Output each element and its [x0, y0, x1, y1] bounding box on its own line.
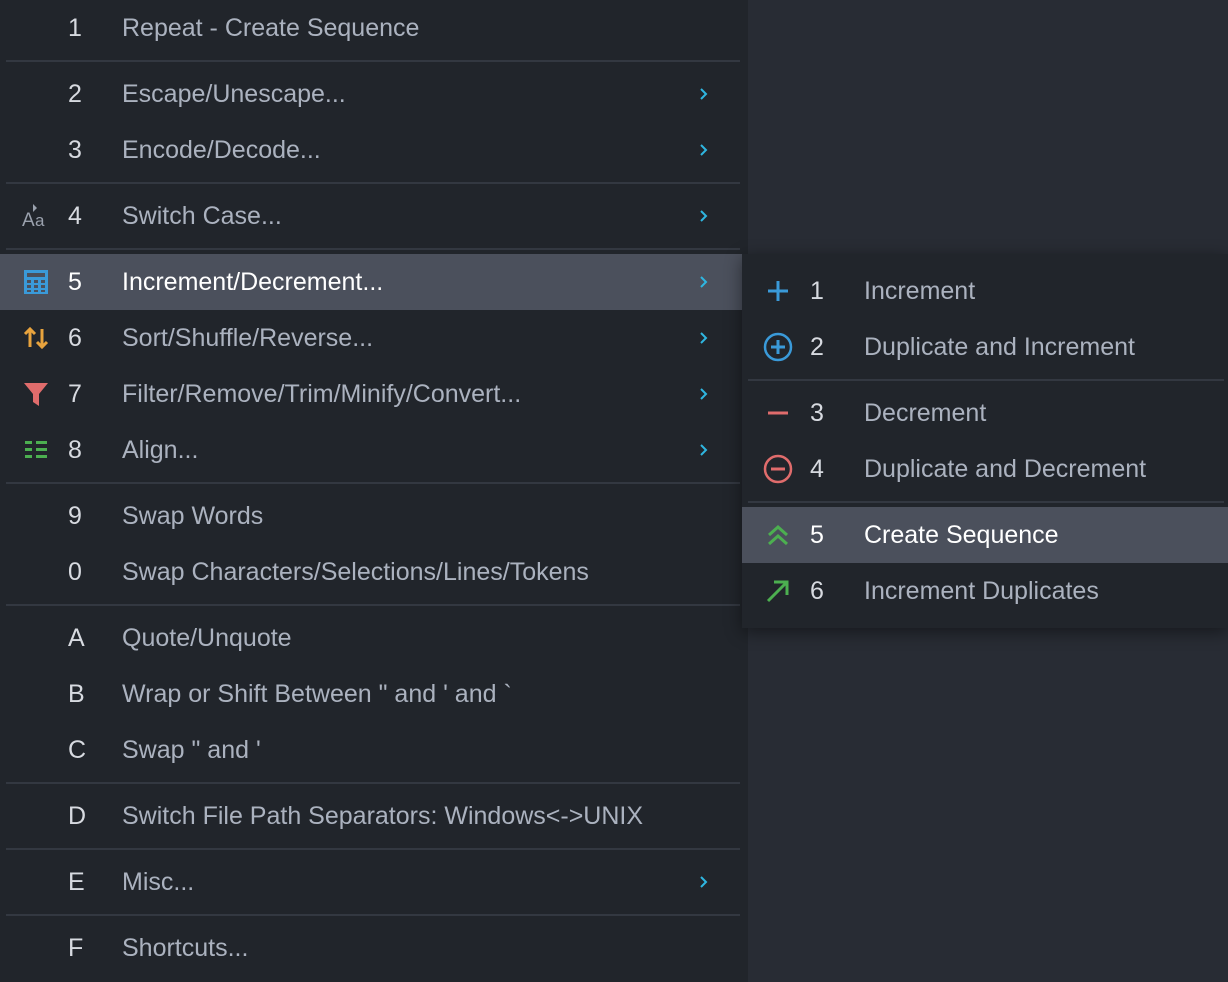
menu-item-label: Repeat - Create Sequence	[122, 14, 420, 42]
menu-item-increment-decrement[interactable]: 5 Increment/Decrement...	[0, 254, 748, 310]
menu-item-label: Wrap or Shift Between " and ' and `	[122, 680, 512, 708]
menu-item-key: 1	[810, 277, 824, 305]
menu-separator	[0, 56, 748, 66]
menu-item-label: Encode/Decode...	[122, 136, 321, 164]
menu-item-key: 5	[810, 521, 824, 549]
menu-item-label: Increment Duplicates	[864, 577, 1099, 605]
menu-item-label: Create Sequence	[864, 521, 1059, 549]
menu-item-label: Switch File Path Separators: Windows<->U…	[122, 802, 644, 830]
menu-item-encode-decode[interactable]: 3 Encode/Decode...	[0, 122, 748, 178]
menu-item-label: Filter/Remove/Trim/Minify/Convert...	[122, 380, 522, 408]
menu-item-label: Swap Characters/Selections/Lines/Tokens	[122, 558, 589, 586]
menu-item-wrap-or-shift-quotes[interactable]: B Wrap or Shift Between " and ' and `	[0, 666, 748, 722]
menu-item-switch-case[interactable]: A a 4 Switch Case...	[0, 188, 748, 244]
menu-item-label: Duplicate and Increment	[864, 333, 1135, 361]
menu-item-label: Misc...	[122, 868, 195, 896]
menu-item-align[interactable]: 8 Align...	[0, 422, 748, 478]
menu-item-key: F	[68, 934, 84, 962]
menu-separator	[0, 478, 748, 488]
menu-item-key: C	[68, 736, 87, 764]
submenu-item-increment[interactable]: 1 Increment	[742, 263, 1228, 319]
menu-item-key: 8	[68, 436, 82, 464]
chevron-right-icon	[694, 422, 714, 478]
command-menu: 1 Repeat - Create Sequence 2 Escape/Unes…	[0, 0, 748, 982]
menu-item-key: 2	[68, 80, 82, 108]
menu-item-key: 7	[68, 380, 82, 408]
filter-funnel-icon	[16, 366, 56, 422]
menu-item-key: 5	[68, 268, 82, 296]
minus-icon	[758, 385, 798, 441]
menu-item-key: D	[68, 802, 87, 830]
double-chevron-up-icon	[758, 507, 798, 563]
menu-separator	[0, 178, 748, 188]
menu-item-label: Increment	[864, 277, 976, 305]
menu-item-swap-quotes[interactable]: C Swap " and '	[0, 722, 748, 778]
align-list-icon	[16, 422, 56, 478]
menu-item-shortcuts[interactable]: F Shortcuts...	[0, 920, 748, 976]
menu-item-swap-characters[interactable]: 0 Swap Characters/Selections/Lines/Token…	[0, 544, 748, 600]
chevron-right-icon	[694, 66, 714, 122]
menu-separator	[0, 910, 748, 920]
menu-item-label: Align...	[122, 436, 199, 464]
menu-item-label: Duplicate and Decrement	[864, 455, 1147, 483]
menu-item-sort-shuffle-reverse[interactable]: 6 Sort/Shuffle/Reverse...	[0, 310, 748, 366]
menu-separator	[0, 244, 748, 254]
sort-arrows-icon	[16, 310, 56, 366]
calculator-icon	[16, 254, 56, 310]
plus-icon	[758, 263, 798, 319]
menu-item-swap-words[interactable]: 9 Swap Words	[0, 488, 748, 544]
menu-item-misc[interactable]: E Misc...	[0, 854, 748, 910]
svg-text:a: a	[35, 211, 45, 230]
menu-item-label: Sort/Shuffle/Reverse...	[122, 324, 374, 352]
submenu-item-create-sequence[interactable]: 5 Create Sequence	[742, 507, 1228, 563]
menu-item-key: 1	[68, 14, 82, 42]
menu-item-key: 9	[68, 502, 82, 530]
chevron-right-icon	[694, 366, 714, 422]
menu-item-key: 0	[68, 558, 82, 586]
menu-item-key: 4	[68, 202, 82, 230]
menu-item-repeat-create-sequence[interactable]: 1 Repeat - Create Sequence	[0, 0, 748, 56]
menu-item-key: 3	[68, 136, 82, 164]
menu-item-key: E	[68, 868, 85, 896]
chevron-right-icon	[694, 254, 714, 310]
menu-item-label: Shortcuts...	[122, 934, 249, 962]
menu-item-key: 2	[810, 333, 824, 361]
menu-item-filter-remove[interactable]: 7 Filter/Remove/Trim/Minify/Convert...	[0, 366, 748, 422]
switch-case-icon: A a	[16, 188, 56, 244]
menu-item-label: Swap Words	[122, 502, 264, 530]
menu-item-label: Increment/Decrement...	[122, 268, 384, 296]
menu-separator	[0, 600, 748, 610]
menu-item-key: 6	[68, 324, 82, 352]
menu-item-label: Quote/Unquote	[122, 624, 292, 652]
submenu-item-duplicate-and-increment[interactable]: 2 Duplicate and Increment	[742, 319, 1228, 375]
menu-separator	[0, 844, 748, 854]
circle-plus-icon	[758, 319, 798, 375]
submenu-item-duplicate-and-decrement[interactable]: 4 Duplicate and Decrement	[742, 441, 1228, 497]
increment-decrement-submenu: 1 Increment 2 Duplicate and Increment 3 …	[742, 254, 1228, 628]
menu-item-key: B	[68, 680, 85, 708]
submenu-item-decrement[interactable]: 3 Decrement	[742, 385, 1228, 441]
chevron-right-icon	[694, 122, 714, 178]
menu-separator	[742, 375, 1228, 385]
menu-item-quote-unquote[interactable]: A Quote/Unquote	[0, 610, 748, 666]
menu-separator	[742, 497, 1228, 507]
menu-item-label: Escape/Unescape...	[122, 80, 346, 108]
submenu-item-increment-duplicates[interactable]: 6 Increment Duplicates	[742, 563, 1228, 619]
menu-item-key: 4	[810, 455, 824, 483]
svg-text:A: A	[22, 210, 35, 231]
menu-item-key: 6	[810, 577, 824, 605]
menu-item-switch-path-separators[interactable]: D Switch File Path Separators: Windows<-…	[0, 788, 748, 844]
chevron-right-icon	[694, 310, 714, 366]
chevron-right-icon	[694, 188, 714, 244]
arrow-up-right-icon	[758, 563, 798, 619]
menu-separator	[0, 778, 748, 788]
menu-item-key: 3	[810, 399, 824, 427]
menu-item-key: A	[68, 624, 85, 652]
menu-item-label: Decrement	[864, 399, 987, 427]
chevron-right-icon	[694, 854, 714, 910]
menu-item-label: Swap " and '	[122, 736, 261, 764]
circle-minus-icon	[758, 441, 798, 497]
menu-item-label: Switch Case...	[122, 202, 282, 230]
menu-item-escape-unescape[interactable]: 2 Escape/Unescape...	[0, 66, 748, 122]
